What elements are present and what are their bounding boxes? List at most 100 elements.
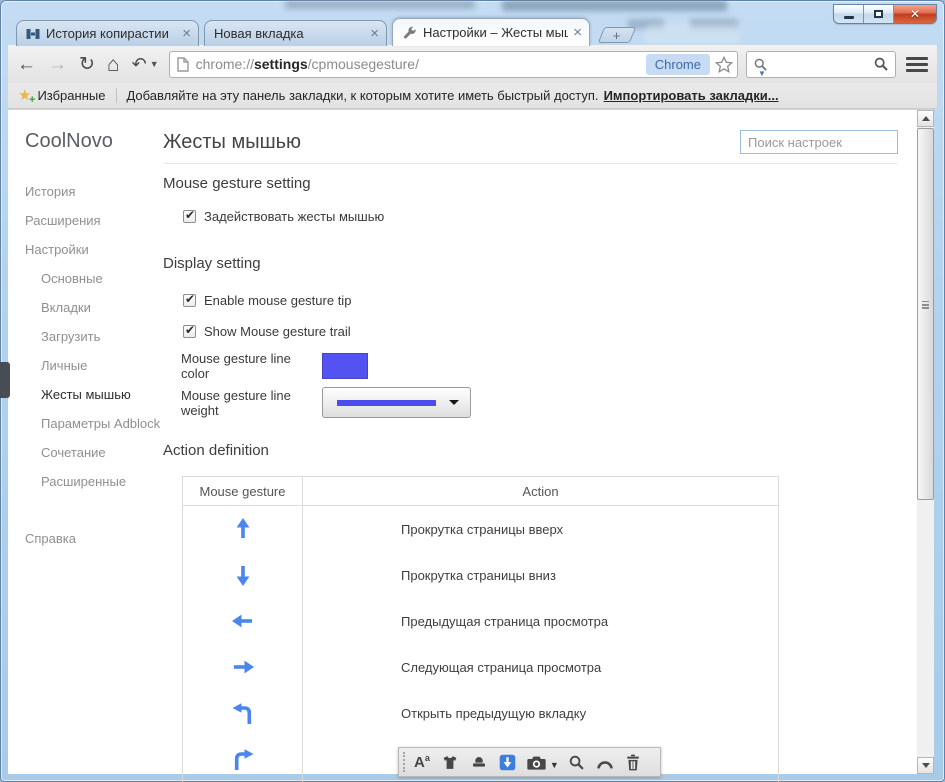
table-row[interactable]: Предыдущая страница просмотра (183, 598, 778, 644)
navigation-toolbar: ← → ↻ ⌂ ↶ ▼ chrome://settings/cpmouseges… (8, 45, 937, 83)
arrow-left-icon (183, 598, 303, 644)
gesture-action-label: Предыдущая страница просмотра (303, 598, 778, 644)
minimize-button[interactable] (834, 5, 864, 23)
headset-icon[interactable] (596, 756, 614, 769)
gesture-tip-checkbox[interactable] (183, 294, 196, 307)
section-heading-mouse-gesture: Mouse gesture setting (163, 175, 898, 192)
section-heading-action: Action definition (163, 442, 898, 459)
table-row[interactable]: Открыть предыдущую вкладку (183, 690, 778, 736)
scroll-up-button[interactable] (917, 110, 934, 127)
plus-icon: + (613, 29, 621, 42)
search-go-icon[interactable] (869, 56, 893, 72)
floating-toolbar: Aa ▼ (398, 747, 661, 777)
url-host: settings (254, 56, 308, 72)
brand-title: CoolNovo (25, 130, 163, 153)
new-tab-button[interactable]: + (598, 27, 636, 43)
sidebar-item-link[interactable]: Расширения (25, 206, 163, 235)
tab-strip: История копирастии×Новая вкладка×Настрой… (16, 18, 633, 46)
tab-title: История копирастии (46, 26, 177, 41)
column-header-action: Action (303, 477, 778, 505)
main-panel: Жесты мышью Mouse gesture setting Задейс… (163, 110, 917, 774)
tab-title: Новая вкладка (214, 26, 365, 41)
floating-toolbar-icons: Aa ▼ (414, 754, 652, 771)
trash-icon[interactable] (625, 754, 641, 771)
camera-icon[interactable] (527, 755, 546, 770)
zoom-icon[interactable] (568, 754, 585, 771)
search-engine-caret-icon[interactable]: ▼ (758, 69, 766, 78)
background-window-blur (285, 0, 475, 9)
column-header-gesture: Mouse gesture (183, 477, 303, 505)
favorites-label[interactable]: Избранные (37, 88, 105, 103)
line-weight-preview (337, 400, 436, 406)
undo-close-button[interactable]: ↶ ▼ (132, 55, 159, 73)
gesture-action-label: Открыть предыдущую вкладку (303, 690, 778, 736)
background-window-blur (502, 0, 727, 11)
camera-dropdown-caret-icon[interactable]: ▼ (550, 760, 559, 770)
home-button[interactable]: ⌂ (107, 54, 120, 75)
arrow-curve-right-icon (183, 736, 303, 782)
sidebar-item-link[interactable]: Личные (25, 351, 163, 380)
sidebar-item-link[interactable]: История (25, 177, 163, 206)
scroll-down-button[interactable] (917, 757, 934, 774)
import-bookmarks-link[interactable]: Импортировать закладки... (604, 88, 779, 103)
tab[interactable]: История копирастии × (16, 20, 199, 46)
table-row[interactable]: Прокрутка страницы вверх (183, 506, 778, 552)
tab-close-icon[interactable]: × (370, 29, 379, 39)
tshirt-icon[interactable] (441, 754, 459, 771)
table-row[interactable]: Следующая страница просмотра (183, 644, 778, 690)
sidebar-item-link[interactable]: Основные (25, 264, 163, 293)
sidebar-item-link[interactable]: Расширенные (25, 467, 163, 496)
table-row[interactable]: Прокрутка страницы вниз (183, 552, 778, 598)
triangle-down-icon (922, 763, 930, 768)
sidebar: CoolNovo ИсторияРасширенияНастройкиОснов… (8, 110, 163, 774)
sidebar-item-link[interactable]: Сочетание (25, 438, 163, 467)
tab-title: Настройки – Жесты мыш (423, 25, 568, 40)
forward-button[interactable]: → (48, 55, 67, 74)
undo-icon: ↶ (132, 55, 147, 73)
gesture-table: Mouse gesture Action Прокрутка страницы … (182, 476, 779, 782)
reload-button[interactable]: ↻ (79, 55, 95, 74)
dropdown-caret-icon (449, 400, 459, 405)
scrollbar-thumb[interactable] (917, 128, 934, 500)
close-button[interactable]: ✕ (894, 5, 936, 23)
sidebar-item-link[interactable]: Параметры Adblock (25, 409, 163, 438)
tab-close-icon[interactable]: × (182, 29, 191, 39)
menu-icon[interactable] (906, 54, 928, 75)
bookmarks-hint: Добавляйте на эту панель закладки, к кот… (126, 88, 598, 103)
wrench-icon (402, 25, 417, 40)
sidebar-item-link[interactable]: Вкладки (25, 293, 163, 322)
sidebar-item-link[interactable]: Справка (25, 524, 163, 553)
gesture-action-label: Прокрутка страницы вниз (303, 552, 778, 598)
side-panel-handle[interactable] (0, 362, 10, 398)
sidebar-item-link[interactable]: Настройки (25, 235, 163, 264)
tab-active[interactable]: Настройки – Жесты мыш × (392, 18, 590, 46)
sidebar-item-link[interactable]: Загрузить (25, 322, 163, 351)
print-icon[interactable] (470, 754, 488, 770)
toolbar-drag-handle[interactable] (403, 752, 406, 772)
sidebar-item-active[interactable]: Жесты мышью (25, 380, 163, 409)
back-button[interactable]: ← (17, 55, 36, 74)
enable-gestures-checkbox[interactable] (183, 210, 196, 223)
tab[interactable]: Новая вкладка × (204, 20, 387, 46)
bookmark-star-icon[interactable] (715, 56, 733, 73)
gesture-trail-checkbox[interactable] (183, 325, 196, 338)
habr-logo-icon (26, 27, 40, 41)
line-weight-row: Mouse gesture line weight (181, 387, 898, 418)
arrow-down-icon (183, 552, 303, 598)
chrome-keyword-badge[interactable]: Chrome (646, 54, 710, 75)
line-color-swatch[interactable] (322, 353, 368, 379)
search-input[interactable] (768, 54, 869, 74)
maximize-button[interactable] (864, 5, 894, 23)
section-heading-display: Display setting (163, 255, 898, 272)
tab-close-icon[interactable]: × (573, 28, 582, 38)
settings-search-input[interactable] (740, 130, 898, 154)
line-weight-dropdown[interactable] (322, 387, 471, 418)
arrow-right-icon (183, 644, 303, 690)
font-size-icon[interactable]: Aa (414, 754, 430, 770)
download-icon[interactable] (499, 754, 516, 771)
vertical-scrollbar (917, 110, 934, 774)
divider (163, 163, 898, 164)
page-title: Жесты мышью (163, 130, 740, 154)
add-favorite-star-icon[interactable]: ★+ (18, 88, 31, 103)
address-bar[interactable]: chrome://settings/cpmousegesture/ Chrome (169, 51, 738, 78)
